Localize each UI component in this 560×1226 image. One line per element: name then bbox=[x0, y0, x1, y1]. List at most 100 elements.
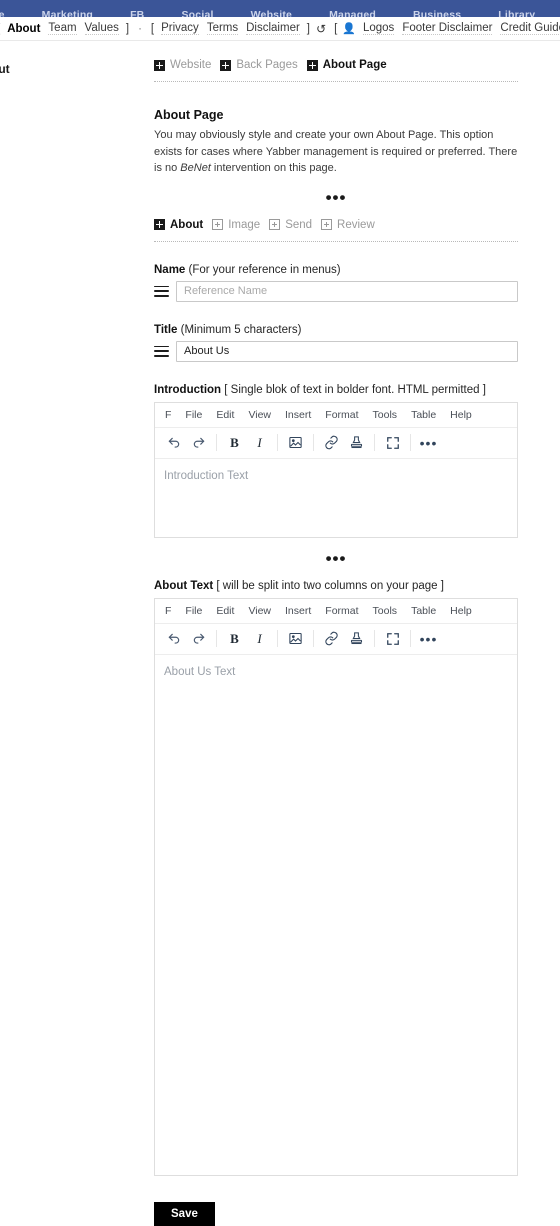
history-group bbox=[161, 628, 211, 650]
sidebar-label-about[interactable]: out bbox=[0, 62, 10, 76]
subnav-link-about[interactable]: About bbox=[7, 23, 40, 35]
tab-label: Review bbox=[337, 219, 375, 231]
subnav-link-terms[interactable]: Terms bbox=[207, 22, 238, 35]
tab-about[interactable]: About bbox=[154, 219, 203, 231]
toolbar-divider bbox=[410, 630, 411, 647]
topnav-item-website[interactable]: Website bbox=[251, 9, 292, 17]
topnav-item-home[interactable]: ne bbox=[0, 9, 5, 17]
image-icon[interactable] bbox=[283, 628, 308, 650]
title-label-note: (Minimum 5 characters) bbox=[177, 324, 301, 336]
topnav-item-marketing[interactable]: Marketing bbox=[42, 9, 93, 17]
name-input[interactable] bbox=[176, 281, 518, 302]
link-icon[interactable] bbox=[319, 432, 344, 454]
menu-view[interactable]: View bbox=[248, 605, 271, 617]
stamp-icon[interactable] bbox=[344, 432, 369, 454]
redo-icon[interactable] bbox=[186, 628, 211, 650]
menu-file[interactable]: File bbox=[185, 409, 202, 421]
breadcrumb-item-website[interactable]: Website bbox=[154, 59, 211, 71]
breadcrumb-item-about-page[interactable]: About Page bbox=[307, 59, 387, 71]
top-navigation-items: ne Marketing FB Social Website Managed B… bbox=[0, 5, 560, 17]
subnav-close-bracket-2: ] bbox=[307, 23, 310, 35]
subnav-link-privacy[interactable]: Privacy bbox=[161, 22, 199, 35]
about-text-textarea[interactable]: About Us Text bbox=[155, 655, 517, 1175]
menu-handle-icon[interactable] bbox=[154, 346, 169, 357]
undo-icon[interactable]: ↻ bbox=[316, 22, 326, 36]
redo-icon[interactable] bbox=[186, 432, 211, 454]
menu-table[interactable]: Table bbox=[411, 605, 436, 617]
save-button[interactable]: Save bbox=[154, 1202, 215, 1226]
introduction-field-label: Introduction [ Single blok of text in bo… bbox=[154, 384, 518, 396]
more-icon[interactable]: ••• bbox=[416, 432, 441, 454]
plus-square-icon bbox=[307, 60, 318, 71]
menu-f[interactable]: F bbox=[165, 409, 171, 421]
editor-menubar: F File Edit View Insert Format Tools Tab… bbox=[155, 403, 517, 428]
name-input-row bbox=[154, 281, 518, 302]
editor-toolbar: B I bbox=[155, 624, 517, 655]
tab-image[interactable]: Image bbox=[212, 219, 260, 231]
title-input[interactable] bbox=[176, 341, 518, 362]
undo-icon[interactable] bbox=[161, 628, 186, 650]
page-title: About Page bbox=[154, 108, 518, 122]
menu-help[interactable]: Help bbox=[450, 409, 472, 421]
topnav-item-library[interactable]: Library bbox=[498, 9, 535, 17]
link-icon[interactable] bbox=[319, 628, 344, 650]
bold-icon[interactable]: B bbox=[222, 628, 247, 650]
insert-group bbox=[283, 432, 308, 454]
undo-icon[interactable] bbox=[161, 432, 186, 454]
menu-f[interactable]: F bbox=[165, 605, 171, 617]
more-icon[interactable]: ••• bbox=[416, 628, 441, 650]
bold-icon[interactable]: B bbox=[222, 432, 247, 454]
subnav-link-credit-guide[interactable]: Credit Guide bbox=[500, 22, 560, 35]
menu-file[interactable]: File bbox=[185, 605, 202, 617]
format-group: B I bbox=[222, 628, 272, 650]
image-icon[interactable] bbox=[283, 432, 308, 454]
toolbar-divider bbox=[374, 434, 375, 451]
menu-handle-icon[interactable] bbox=[154, 286, 169, 297]
menu-edit[interactable]: Edit bbox=[216, 605, 234, 617]
fullscreen-icon[interactable] bbox=[380, 432, 405, 454]
topnav-item-managed[interactable]: Managed bbox=[329, 9, 376, 17]
menu-view[interactable]: View bbox=[248, 409, 271, 421]
plus-square-icon bbox=[154, 219, 165, 230]
menu-tools[interactable]: Tools bbox=[373, 605, 398, 617]
italic-icon[interactable]: I bbox=[247, 432, 272, 454]
menu-format[interactable]: Format bbox=[325, 605, 358, 617]
tab-label: Image bbox=[228, 219, 260, 231]
menu-tools[interactable]: Tools bbox=[373, 409, 398, 421]
topnav-item-social[interactable]: Social bbox=[181, 9, 213, 17]
about-text-label-text: About Text bbox=[154, 580, 213, 592]
toolbar-divider bbox=[216, 630, 217, 647]
toolbar-divider bbox=[313, 630, 314, 647]
italic-icon[interactable]: I bbox=[247, 628, 272, 650]
about-text-field-label: About Text [ will be split into two colu… bbox=[154, 580, 518, 592]
subnav-link-footer-disclaimer[interactable]: Footer Disclaimer bbox=[402, 22, 492, 35]
view-group bbox=[380, 432, 405, 454]
introduction-textarea[interactable]: Introduction Text bbox=[155, 459, 517, 537]
plus-square-outline-icon bbox=[321, 219, 332, 230]
toolbar-divider bbox=[277, 434, 278, 451]
toolbar-divider bbox=[216, 434, 217, 451]
menu-insert[interactable]: Insert bbox=[285, 605, 311, 617]
subnav-link-values[interactable]: Values bbox=[85, 22, 119, 35]
plus-square-icon bbox=[220, 60, 231, 71]
menu-help[interactable]: Help bbox=[450, 605, 472, 617]
topnav-item-business[interactable]: Business bbox=[413, 9, 461, 17]
page-description-emphasis: BeNet bbox=[180, 162, 211, 174]
breadcrumb-item-back-pages[interactable]: Back Pages bbox=[220, 59, 297, 71]
stamp-icon[interactable] bbox=[344, 628, 369, 650]
subnav-open-bracket-2: [ bbox=[151, 23, 154, 35]
subnav-link-team[interactable]: Team bbox=[48, 22, 76, 35]
menu-table[interactable]: Table bbox=[411, 409, 436, 421]
topnav-item-fb[interactable]: FB bbox=[130, 9, 144, 17]
menu-format[interactable]: Format bbox=[325, 409, 358, 421]
menu-insert[interactable]: Insert bbox=[285, 409, 311, 421]
history-group bbox=[161, 432, 211, 454]
view-group bbox=[380, 628, 405, 650]
subnav-link-disclaimer[interactable]: Disclaimer bbox=[246, 22, 300, 35]
subnav-link-logos[interactable]: Logos bbox=[363, 22, 394, 35]
menu-edit[interactable]: Edit bbox=[216, 409, 234, 421]
fullscreen-icon[interactable] bbox=[380, 628, 405, 650]
tab-send[interactable]: Send bbox=[269, 219, 312, 231]
tab-review[interactable]: Review bbox=[321, 219, 375, 231]
subnav-open-bracket-3: [ bbox=[334, 23, 337, 35]
